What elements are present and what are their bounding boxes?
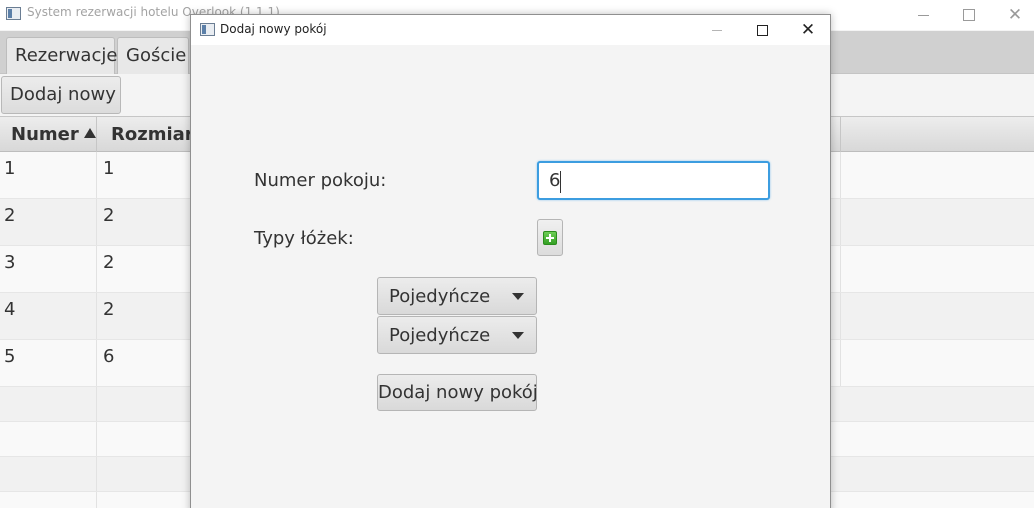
chevron-down-icon xyxy=(512,332,524,339)
minimize-button[interactable] xyxy=(900,0,946,30)
bed-type-select-value: Pojedyńcze xyxy=(389,325,491,346)
cell-number: 1 xyxy=(0,152,97,198)
column-header-number-label: Numer xyxy=(11,124,79,145)
bed-type-select-value: Pojedyńcze xyxy=(389,286,491,307)
add-room-dialog: Dodaj nowy pokój ✕ Numer pokoju: 6 Typy … xyxy=(190,14,831,508)
dialog-minimize-button[interactable] xyxy=(694,15,740,45)
bed-type-select[interactable]: Pojedyńcze xyxy=(377,316,537,354)
dialog-titlebar: Dodaj nowy pokój ✕ xyxy=(191,15,830,45)
tab-reservations[interactable]: Rezerwacje xyxy=(6,37,117,74)
empty-cell xyxy=(0,457,97,491)
app-icon xyxy=(6,7,21,20)
cell-number: 4 xyxy=(0,293,97,339)
empty-cell xyxy=(0,492,97,508)
chevron-down-icon xyxy=(512,293,524,300)
bed-type-select[interactable]: Pojedyńcze xyxy=(377,277,537,315)
room-number-label: Numer pokoju: xyxy=(254,170,387,191)
close-button[interactable]: ✕ xyxy=(992,0,1034,30)
dialog-app-icon xyxy=(200,23,215,36)
maximize-button[interactable] xyxy=(946,0,992,30)
add-new-button[interactable]: Dodaj nowy xyxy=(1,76,121,114)
cell-number: 3 xyxy=(0,246,97,292)
room-number-input[interactable]: 6 xyxy=(537,161,770,200)
room-number-value: 6 xyxy=(549,170,561,191)
sort-ascending-icon xyxy=(83,128,96,138)
green-plus-icon xyxy=(543,231,557,245)
dialog-title: Dodaj nowy pokój xyxy=(220,22,327,36)
text-caret xyxy=(560,171,561,193)
add-bed-button[interactable] xyxy=(537,219,563,256)
tab-guests[interactable]: Goście xyxy=(117,37,189,74)
column-header-number[interactable]: Numer xyxy=(0,117,97,152)
cell-number: 2 xyxy=(0,199,97,245)
cell-number: 5 xyxy=(0,340,97,386)
add-room-button[interactable]: Dodaj nowy pokój xyxy=(377,374,538,411)
bed-types-label: Typy łóżek: xyxy=(254,228,354,249)
empty-cell xyxy=(0,422,97,456)
dialog-close-button[interactable]: ✕ xyxy=(785,15,831,45)
empty-cell xyxy=(0,387,97,421)
dialog-maximize-button[interactable] xyxy=(739,15,785,45)
